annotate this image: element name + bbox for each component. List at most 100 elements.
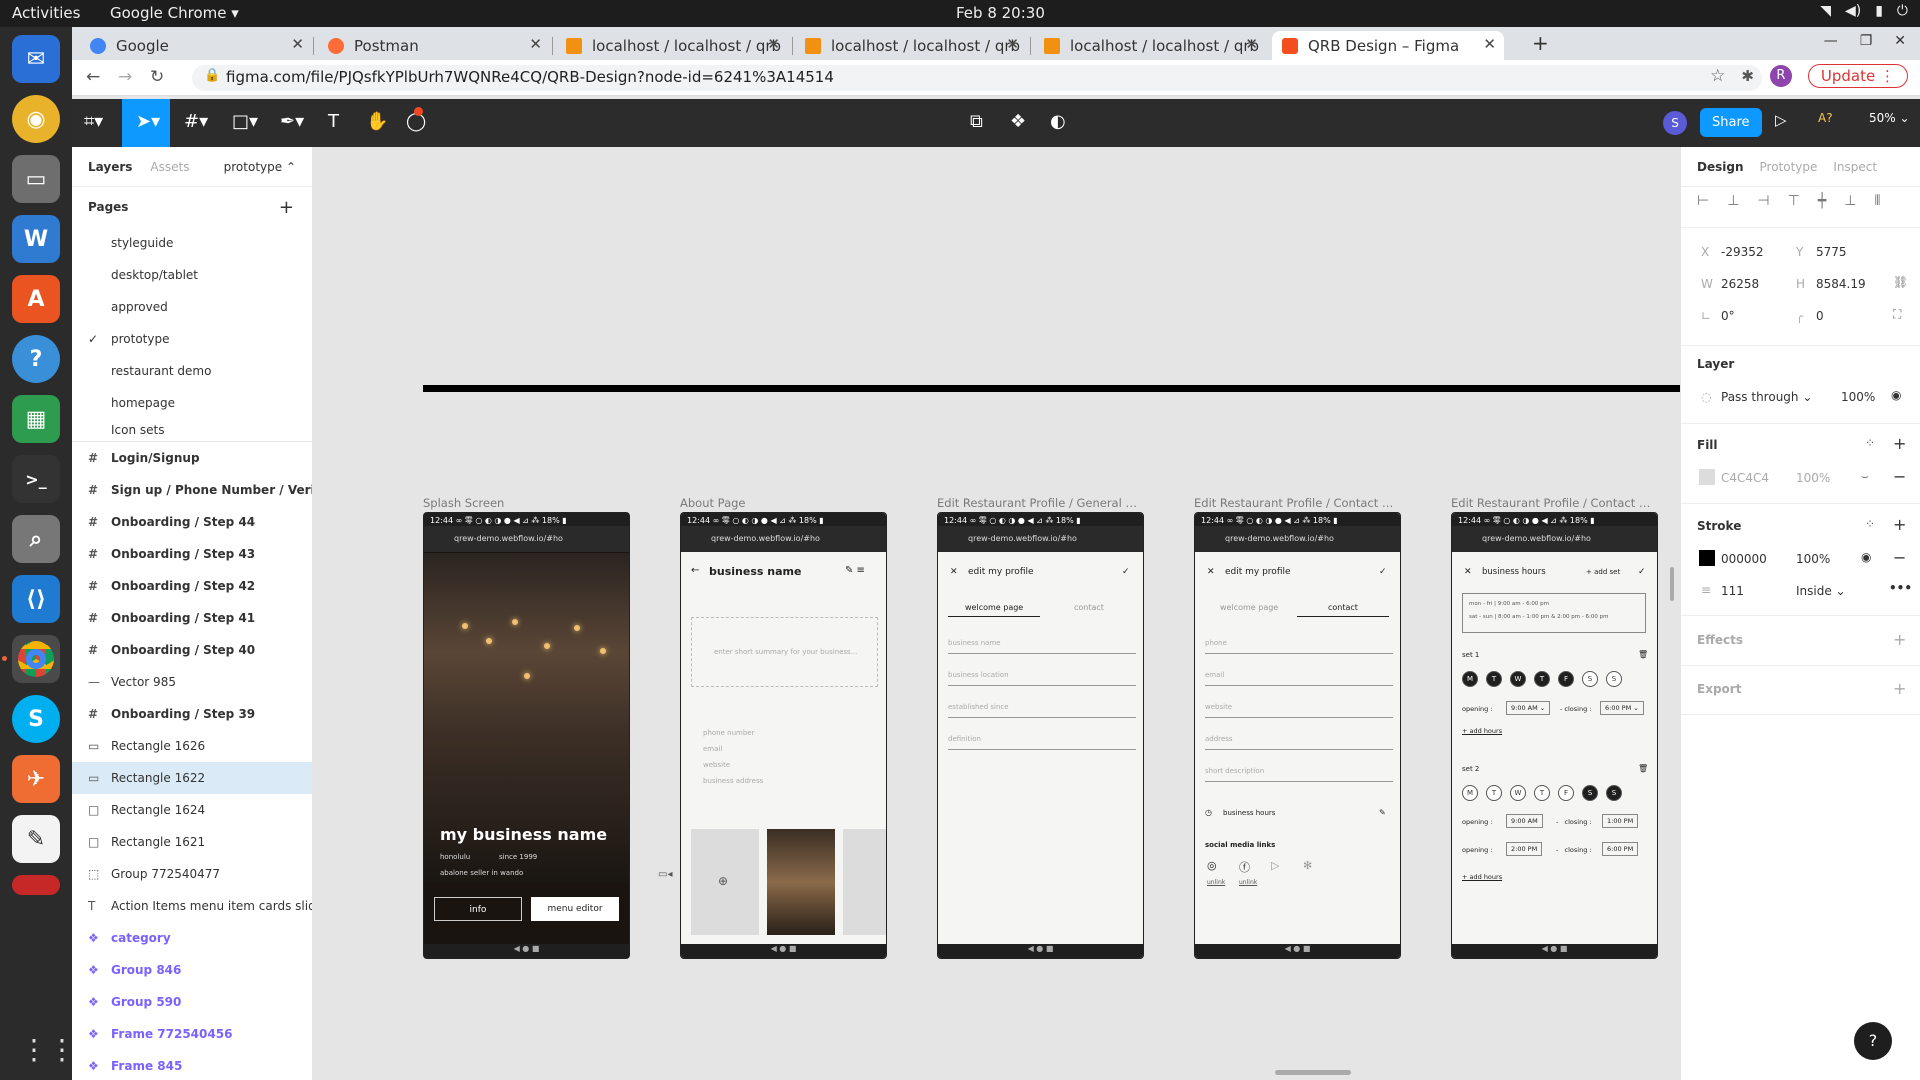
comment-tool-icon[interactable]: ◯ bbox=[406, 107, 426, 132]
app-menu[interactable]: Google Chrome ▾ bbox=[110, 4, 239, 22]
page-item[interactable]: Icon sets bbox=[72, 419, 312, 441]
close-window-icon[interactable]: ✕ bbox=[1894, 33, 1906, 49]
align-left-icon[interactable]: ⊢ bbox=[1697, 193, 1709, 209]
tab-postman[interactable]: Postman ✕ bbox=[318, 31, 550, 60]
page-item[interactable]: homepage bbox=[72, 387, 312, 419]
activities-button[interactable]: Activities bbox=[12, 4, 80, 22]
clock[interactable]: Feb 8 20:30 bbox=[956, 4, 1045, 22]
component-icon[interactable]: ⧉ bbox=[970, 111, 983, 132]
fill-swatch[interactable] bbox=[1699, 469, 1715, 485]
present-icon[interactable]: ▷ bbox=[1775, 111, 1787, 129]
add-export-icon[interactable]: + bbox=[1893, 679, 1906, 698]
layer-row[interactable]: # Onboarding / Step 40 bbox=[72, 634, 312, 666]
software-icon[interactable]: A bbox=[12, 275, 60, 323]
edit-hours-frame[interactable]: 12:44 ∞ 零 ○ ◐ ◑ ● ◀ ⊿ ⁂ 18% ▮ qrew-demo.… bbox=[1451, 512, 1658, 959]
splash-screen-frame[interactable]: 12:44 ∞ 零 ○ ◐ ◑ ● ◀ ⊿ ⁂ 18% ▮ qrew-demo.… bbox=[423, 512, 630, 959]
layer-row[interactable]: ❖ Group 846 bbox=[72, 954, 312, 986]
thunderbird-icon[interactable]: ✉ bbox=[12, 35, 60, 83]
create-component-icon[interactable]: ❖ bbox=[1010, 111, 1026, 132]
fill-opacity[interactable]: 100% bbox=[1796, 471, 1830, 485]
divider-line[interactable] bbox=[423, 385, 1680, 392]
writer-icon[interactable]: W bbox=[12, 215, 60, 263]
app-icon[interactable] bbox=[12, 875, 60, 895]
layer-row[interactable]: # Onboarding / Step 43 bbox=[72, 538, 312, 570]
tab-localhost-3[interactable]: localhost / localhost / qrb ✕ bbox=[1034, 31, 1266, 60]
tab-assets[interactable]: Assets bbox=[150, 160, 189, 174]
layer-row[interactable]: # Onboarding / Step 42 bbox=[72, 570, 312, 602]
stroke-position-select[interactable]: Inside ⌄ bbox=[1796, 584, 1846, 598]
close-icon[interactable]: ✕ bbox=[1006, 35, 1019, 53]
visibility-eye-icon[interactable]: ◉ bbox=[1891, 388, 1901, 402]
figma-canvas[interactable]: Splash Screen About Page Edit Restaurant… bbox=[313, 147, 1680, 1080]
layer-row[interactable]: □ Rectangle 1621 bbox=[72, 826, 312, 858]
y-input[interactable]: 5775 bbox=[1816, 245, 1847, 259]
frame-label[interactable]: Edit Restaurant Profile / Contact Det... bbox=[1194, 496, 1399, 510]
tab-prototype[interactable]: Prototype bbox=[1760, 160, 1818, 174]
layer-row[interactable]: ⬚ Group 772540477 bbox=[72, 858, 312, 890]
layer-opacity[interactable]: 100% bbox=[1841, 390, 1875, 404]
layer-row[interactable]: ▭ Rectangle 1626 bbox=[72, 730, 312, 762]
close-icon[interactable]: ✕ bbox=[1245, 35, 1258, 53]
visibility-eye-icon[interactable]: ◉ bbox=[1861, 550, 1871, 564]
stroke-weight-input[interactable]: 111 bbox=[1721, 584, 1744, 598]
minimize-icon[interactable]: — bbox=[1824, 33, 1838, 49]
add-fill-icon[interactable]: + bbox=[1893, 434, 1906, 453]
layer-row-selected[interactable]: ▭ Rectangle 1622 bbox=[72, 762, 312, 794]
close-icon[interactable]: ✕ bbox=[529, 35, 542, 53]
share-button[interactable]: Share bbox=[1700, 108, 1762, 137]
fill-hex[interactable]: C4C4C4 bbox=[1721, 471, 1769, 485]
layer-row[interactable]: ❖ Frame 772540456 bbox=[72, 1018, 312, 1050]
stroke-opacity[interactable]: 100% bbox=[1796, 552, 1830, 566]
constrain-proportions-icon[interactable]: ⛓ bbox=[1893, 275, 1908, 289]
styles-grid-icon[interactable]: ⁘ bbox=[1865, 517, 1875, 531]
stroke-hex[interactable]: 000000 bbox=[1721, 552, 1767, 566]
styles-grid-icon[interactable]: ⁘ bbox=[1865, 436, 1875, 450]
tab-design[interactable]: Design bbox=[1697, 160, 1744, 174]
align-bottom-icon[interactable]: ⊥ bbox=[1844, 193, 1856, 209]
page-item-current[interactable]: ✓ prototype bbox=[72, 323, 312, 355]
frame-label[interactable]: Edit Restaurant Profile / Contact Det... bbox=[1451, 496, 1656, 510]
layer-row[interactable]: ❖ category bbox=[72, 922, 312, 954]
edit-contact-frame[interactable]: 12:44 ∞ 零 ○ ◐ ◑ ● ◀ ⊿ ⁂ 18% ▮ qrew-demo.… bbox=[1194, 512, 1401, 959]
extensions-icon[interactable]: ✱ bbox=[1741, 67, 1754, 85]
close-icon[interactable]: ✕ bbox=[767, 35, 780, 53]
figma-menu-icon[interactable]: ⌗▾ bbox=[84, 111, 103, 132]
x-input[interactable]: -29352 bbox=[1721, 245, 1764, 259]
help-icon[interactable]: ? bbox=[12, 335, 60, 383]
align-top-icon[interactable]: ⊤ bbox=[1788, 193, 1800, 209]
layer-row[interactable]: □ Rectangle 1624 bbox=[72, 794, 312, 826]
radius-input[interactable]: 0 bbox=[1816, 309, 1824, 323]
page-picker[interactable]: prototype ⌃ bbox=[224, 160, 296, 174]
layer-row[interactable]: T Action Items menu item cards slidi... bbox=[72, 890, 312, 922]
close-icon[interactable]: ✕ bbox=[1483, 35, 1496, 53]
files-icon[interactable]: ▭ bbox=[12, 155, 60, 203]
tab-google[interactable]: Google ✕ bbox=[80, 31, 312, 60]
menu-editor-button[interactable]: menu editor bbox=[531, 897, 619, 921]
align-center-h-icon[interactable]: ⊥ bbox=[1727, 193, 1739, 209]
frame-label[interactable]: Edit Restaurant Profile / General Det... bbox=[937, 496, 1142, 510]
move-tool[interactable]: ➤▾ bbox=[122, 99, 170, 147]
mask-icon[interactable]: ◐ bbox=[1050, 111, 1066, 132]
rhythmbox-icon[interactable]: ◉ bbox=[12, 95, 60, 143]
w-input[interactable]: 26258 bbox=[1721, 277, 1759, 291]
update-button[interactable]: Update ⋮ bbox=[1807, 64, 1908, 88]
text-tool-icon[interactable]: T bbox=[328, 111, 339, 132]
calc-icon[interactable]: ▦ bbox=[12, 395, 60, 443]
vscode-icon[interactable]: ⟨⟩ bbox=[12, 575, 60, 623]
layer-row[interactable]: ❖ Group 590 bbox=[72, 986, 312, 1018]
system-tray[interactable]: ◥ ◀) ▮ ⏻ bbox=[1820, 3, 1908, 19]
search-app-icon[interactable]: ⌕ bbox=[12, 515, 60, 563]
align-middle-icon[interactable]: ┿ bbox=[1818, 193, 1826, 209]
layer-row[interactable]: # Login/Signup bbox=[72, 442, 312, 474]
back-icon[interactable]: ← bbox=[86, 67, 100, 87]
vertical-scrollbar[interactable] bbox=[1670, 567, 1674, 601]
hand-tool-icon[interactable]: ✋ bbox=[366, 111, 388, 132]
add-stroke-icon[interactable]: + bbox=[1893, 515, 1906, 534]
add-page-icon[interactable]: + bbox=[279, 197, 294, 218]
profile-avatar[interactable]: R bbox=[1769, 65, 1792, 87]
remove-stroke-icon[interactable]: − bbox=[1893, 548, 1906, 567]
blend-mode-select[interactable]: Pass through ⌄ bbox=[1721, 390, 1812, 404]
chrome-icon[interactable] bbox=[2, 635, 60, 683]
bookmark-star-icon[interactable]: ☆ bbox=[1710, 66, 1725, 86]
text-editor-icon[interactable]: ✎ bbox=[12, 815, 60, 863]
